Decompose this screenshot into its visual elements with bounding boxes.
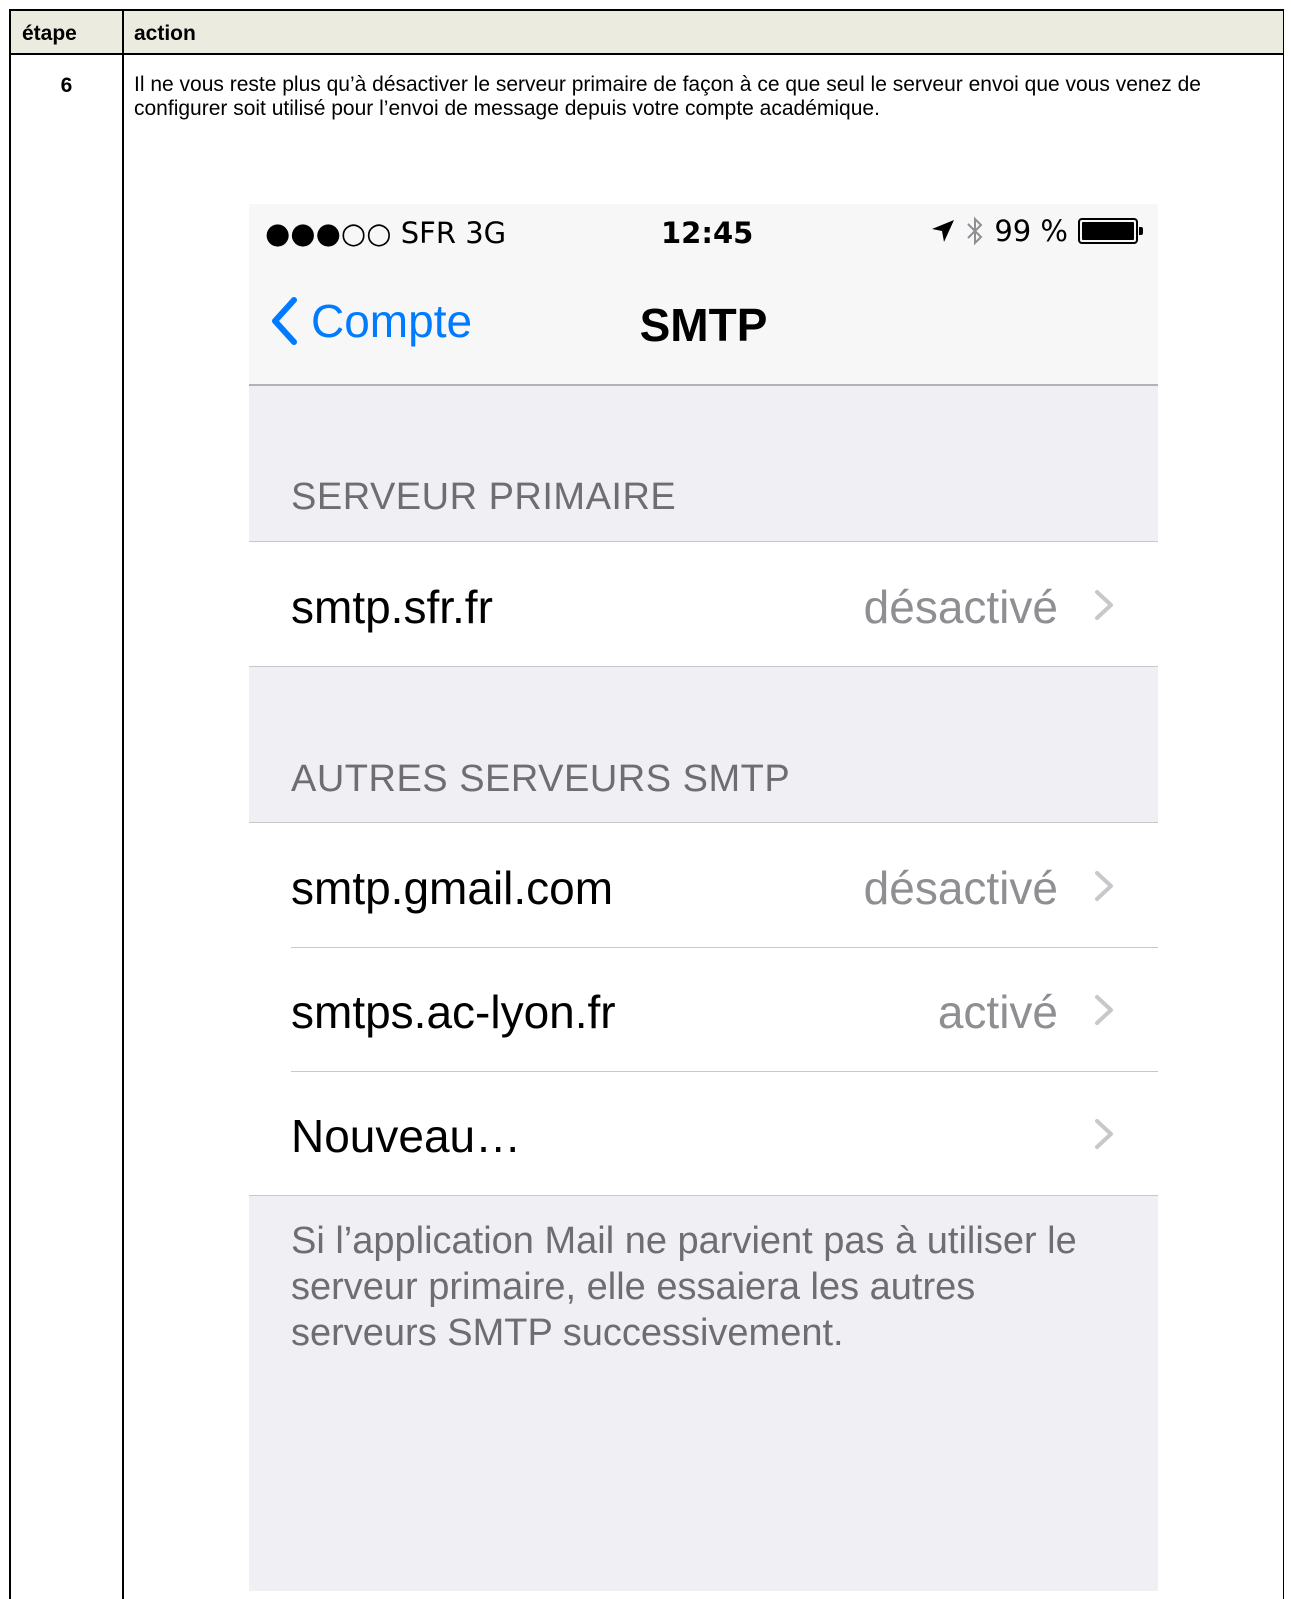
header-action: action <box>134 22 196 45</box>
server-name: smtp.sfr.fr <box>291 581 493 633</box>
status-time: 12:45 <box>661 216 754 250</box>
status-bar: ●●●○○ SFR 3G 12:45 99 % <box>249 204 1158 266</box>
new-server-label: Nouveau… <box>291 1110 522 1162</box>
server-status: désactivé <box>863 862 1058 914</box>
column-divider <box>122 11 124 1599</box>
server-name: smtps.ac-lyon.fr <box>291 986 616 1038</box>
new-server-row[interactable]: Nouveau… <box>249 1071 1158 1195</box>
bluetooth-icon <box>967 216 983 246</box>
page-title: SMTP <box>639 299 768 351</box>
chevron-right-icon <box>1095 590 1113 620</box>
status-right: 99 % <box>930 214 1143 248</box>
section-header-other: AUTRES SERVEURS SMTP <box>291 758 791 800</box>
section-header-primary: SERVEUR PRIMAIRE <box>291 476 677 518</box>
server-name: smtp.gmail.com <box>291 862 614 914</box>
carrier-signal: ●●●○○ SFR 3G <box>265 216 507 250</box>
header-step: étape <box>22 22 77 45</box>
server-status: désactivé <box>863 581 1058 633</box>
navigation-bar: Compte SMTP <box>249 266 1158 386</box>
chevron-right-icon <box>1095 995 1113 1025</box>
other-servers-group: smtp.gmail.com désactivé smtps.ac-lyon.f… <box>249 822 1158 1196</box>
action-text: Il ne vous reste plus qu’à désactiver le… <box>134 73 1201 120</box>
battery-icon <box>1078 218 1143 244</box>
chevron-right-icon <box>1095 1119 1113 1149</box>
location-arrow-icon <box>932 220 955 242</box>
server-status: activé <box>937 986 1058 1038</box>
battery-percent: 99 % <box>994 214 1068 248</box>
primary-server-group: smtp.sfr.fr désactivé <box>249 541 1158 667</box>
step-number: 6 <box>60 74 73 97</box>
table-header-row: étape action <box>11 11 1283 55</box>
server-row-smtps-ac-lyon[interactable]: smtps.ac-lyon.fr activé <box>249 947 1158 1071</box>
server-row-smtp-sfr[interactable]: smtp.sfr.fr désactivé <box>249 542 1158 666</box>
server-row-smtp-gmail[interactable]: smtp.gmail.com désactivé <box>249 823 1158 947</box>
phone-screenshot: ●●●○○ SFR 3G 12:45 99 % Compte SMTP SERV… <box>249 204 1158 1591</box>
footer-note: Si l’application Mail ne parvient pas à … <box>291 1220 1077 1354</box>
chevron-right-icon <box>1095 871 1113 901</box>
